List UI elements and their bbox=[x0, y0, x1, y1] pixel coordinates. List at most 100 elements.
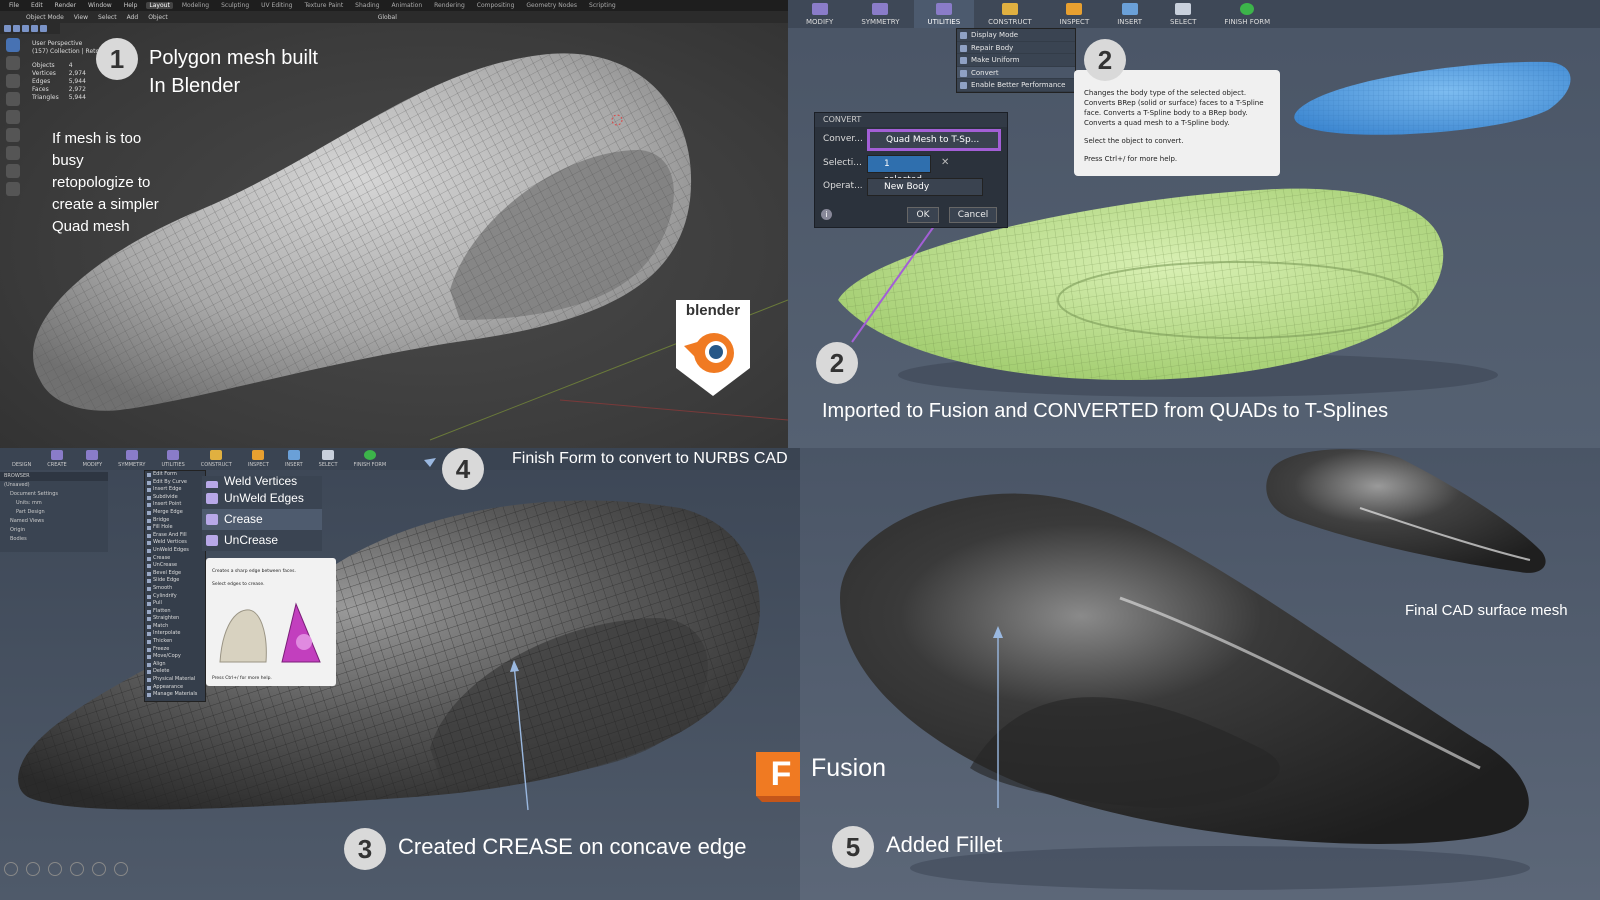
modify-menu-item[interactable]: Edit By Curve bbox=[145, 479, 205, 487]
toolbar-inspect[interactable]: INSPECT bbox=[1046, 0, 1104, 28]
crease-body-render[interactable] bbox=[0, 448, 800, 900]
menu-item-uncrease[interactable]: UnCrease bbox=[202, 530, 322, 551]
modify-menu-item[interactable]: Slide Edge bbox=[145, 577, 205, 585]
toolbar-construct[interactable]: CONSTRUCT bbox=[974, 0, 1046, 28]
nav-orbit-icon[interactable] bbox=[48, 862, 62, 876]
workspace-tab-uv-editing[interactable]: UV Editing bbox=[258, 2, 295, 9]
modify-menu-item[interactable]: Erase And Fill bbox=[145, 532, 205, 540]
modify-menu-item[interactable]: Thicken bbox=[145, 638, 205, 646]
select-mode-toggles[interactable] bbox=[0, 23, 60, 34]
toolbar-insert[interactable]: INSERT bbox=[277, 450, 311, 470]
selection-button[interactable]: 1 selected bbox=[867, 155, 931, 185]
toolbar-symmetry[interactable]: SYMMETRY bbox=[847, 0, 913, 28]
nav-play-icon[interactable] bbox=[26, 862, 40, 876]
modify-menu-item[interactable]: Match bbox=[145, 623, 205, 631]
menu-object[interactable]: Object bbox=[148, 14, 168, 21]
toolbar-create[interactable]: CREATE bbox=[39, 450, 74, 470]
toolbar-select[interactable]: SELECT bbox=[311, 450, 346, 470]
menu-help[interactable]: Help bbox=[121, 2, 141, 9]
annotate-tool-icon[interactable] bbox=[6, 146, 20, 160]
modify-menu-item[interactable]: Insert Point bbox=[145, 501, 205, 509]
menu-window[interactable]: Window bbox=[85, 2, 115, 9]
modify-menu-item[interactable]: Cylindrify bbox=[145, 593, 205, 601]
workspace-tab-sculpting[interactable]: Sculpting bbox=[218, 2, 252, 9]
workspace-tab-animation[interactable]: Animation bbox=[389, 2, 426, 9]
modify-menu-item[interactable]: Bridge bbox=[145, 517, 205, 525]
object-mode-dropdown[interactable]: Object Mode bbox=[26, 14, 64, 21]
measure-tool-icon[interactable] bbox=[6, 164, 20, 178]
browser-item[interactable]: Origin bbox=[0, 526, 108, 535]
clear-selection-icon[interactable]: ✕ bbox=[941, 157, 949, 168]
modify-menu-item[interactable]: UnWeld Edges bbox=[145, 547, 205, 555]
cancel-button[interactable]: Cancel bbox=[949, 207, 997, 223]
convert-type-dropdown[interactable]: Quad Mesh to T-Sp... bbox=[867, 129, 1001, 151]
toolbar-modify[interactable]: MODIFY bbox=[75, 450, 111, 470]
workspace-tab-compositing[interactable]: Compositing bbox=[474, 2, 518, 9]
select-box-icon[interactable] bbox=[4, 25, 11, 32]
workspace-tab-scripting[interactable]: Scripting bbox=[586, 2, 619, 9]
menu-item-unweld-edges[interactable]: UnWeld Edges bbox=[202, 488, 322, 509]
info-icon[interactable]: i bbox=[821, 209, 832, 220]
menu-add[interactable]: Add bbox=[127, 14, 139, 21]
menu-item-make-uniform[interactable]: Make Uniform bbox=[957, 54, 1075, 67]
toolbar-finish-form[interactable]: FINISH FORM bbox=[1210, 0, 1284, 28]
operation-dropdown[interactable]: New Body bbox=[867, 178, 983, 196]
modify-menu-item[interactable]: Move/Copy bbox=[145, 653, 205, 661]
menu-item-repair-body[interactable]: Repair Body bbox=[957, 42, 1075, 54]
add-cube-tool-icon[interactable] bbox=[6, 182, 20, 196]
toolbar-construct[interactable]: CONSTRUCT bbox=[193, 450, 240, 470]
toolbar-modify[interactable]: MODIFY bbox=[792, 0, 847, 28]
modify-menu-item[interactable]: Pull bbox=[145, 600, 205, 608]
modify-menu-item[interactable]: Insert Edge bbox=[145, 486, 205, 494]
menu-item-enable-better-performance[interactable]: Enable Better Performance bbox=[957, 79, 1075, 92]
modify-menu-item[interactable]: Fill Hole bbox=[145, 524, 205, 532]
toolbar-finish-form[interactable]: FINISH FORM bbox=[346, 450, 395, 470]
modify-menu-item[interactable]: Physical Material bbox=[145, 676, 205, 684]
select-subtract-icon[interactable] bbox=[22, 25, 29, 32]
workspace-tab-geometry-nodes[interactable]: Geometry Nodes bbox=[523, 2, 580, 9]
toolbar-utilities[interactable]: UTILITIES bbox=[913, 0, 975, 28]
modify-menu-item[interactable]: Bevel Edge bbox=[145, 570, 205, 578]
browser-item[interactable]: Document Settings bbox=[0, 490, 108, 499]
select-extend-icon[interactable] bbox=[13, 25, 20, 32]
workspace-tab-texture-paint[interactable]: Texture Paint bbox=[301, 2, 346, 9]
nav-back-icon[interactable] bbox=[4, 862, 18, 876]
move-tool-icon[interactable] bbox=[6, 74, 20, 88]
select-invert-icon[interactable] bbox=[31, 25, 38, 32]
browser-item[interactable]: (Unsaved) bbox=[0, 481, 108, 490]
modify-menu-item[interactable]: Appearance bbox=[145, 684, 205, 692]
menu-file[interactable]: File bbox=[6, 2, 22, 9]
nav-more-icon[interactable] bbox=[114, 862, 128, 876]
workspace-tab-shading[interactable]: Shading bbox=[352, 2, 382, 9]
menu-render[interactable]: Render bbox=[52, 2, 79, 9]
modify-menu-item[interactable]: Interpolate bbox=[145, 630, 205, 638]
modify-menu-item[interactable]: Subdivide bbox=[145, 494, 205, 502]
modify-menu-item[interactable]: Manage Materials bbox=[145, 691, 205, 699]
toolbar-insert[interactable]: INSERT bbox=[1103, 0, 1156, 28]
modify-menu-item[interactable]: Freeze bbox=[145, 646, 205, 654]
select-intersect-icon[interactable] bbox=[40, 25, 47, 32]
nav-zoom-icon[interactable] bbox=[92, 862, 106, 876]
toolbar-utilities[interactable]: UTILITIES bbox=[153, 450, 192, 470]
menu-item-convert[interactable]: Convert bbox=[957, 66, 1075, 79]
cursor-tool-icon[interactable] bbox=[6, 56, 20, 70]
modify-menu-item[interactable]: Flatten bbox=[145, 608, 205, 616]
workspace-tab-layout[interactable]: Layout bbox=[146, 2, 173, 9]
rotate-tool-icon[interactable] bbox=[6, 92, 20, 106]
modify-menu-item[interactable]: Merge Edge bbox=[145, 509, 205, 517]
modify-menu-item[interactable]: Delete bbox=[145, 668, 205, 676]
orientation-dropdown[interactable]: Global bbox=[378, 14, 397, 21]
ok-button[interactable]: OK bbox=[907, 207, 939, 223]
modify-menu-item[interactable]: UnCrease bbox=[145, 562, 205, 570]
modify-menu-item[interactable]: Crease bbox=[145, 555, 205, 563]
workspace-tab-rendering[interactable]: Rendering bbox=[431, 2, 468, 9]
menu-item-crease[interactable]: Crease bbox=[202, 509, 322, 530]
modify-menu-item[interactable]: Weld Vertices bbox=[145, 539, 205, 547]
menu-item-display-mode[interactable]: Display Mode bbox=[957, 29, 1075, 42]
workspace-design-dropdown[interactable]: DESIGN bbox=[4, 456, 39, 470]
toolbar-inspect[interactable]: INSPECT bbox=[240, 450, 277, 470]
modify-menu-item[interactable]: Align bbox=[145, 661, 205, 669]
nav-pan-icon[interactable] bbox=[70, 862, 84, 876]
modify-menu-item[interactable]: Smooth bbox=[145, 585, 205, 593]
menu-view[interactable]: View bbox=[74, 14, 88, 21]
